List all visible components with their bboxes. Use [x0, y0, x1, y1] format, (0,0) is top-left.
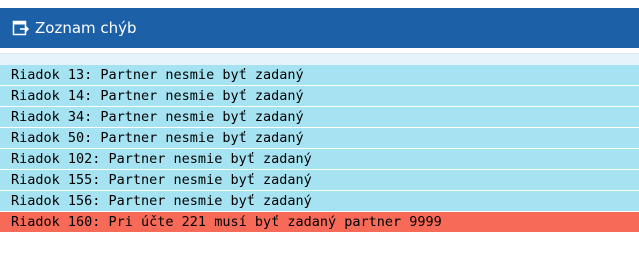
message-row[interactable]: Riadok 102: Partner nesmie byť zadaný [0, 149, 639, 170]
window-title: Zoznam chýb [35, 19, 137, 37]
message-row[interactable]: Riadok 156: Partner nesmie byť zadaný [0, 191, 639, 212]
message-row[interactable]: Riadok 50: Partner nesmie byť zadaný [0, 128, 639, 149]
window-top-strip [0, 0, 639, 8]
message-row[interactable]: Riadok 155: Partner nesmie byť zadaný [0, 170, 639, 191]
error-list-window: Zoznam chýb Riadok 13: Partner nesmie by… [0, 0, 639, 264]
message-row[interactable]: Riadok 34: Partner nesmie byť zadaný [0, 107, 639, 128]
message-row-error[interactable]: Riadok 160: Pri účte 221 musí byť zadaný… [0, 212, 639, 233]
list-top-spacer [0, 54, 639, 65]
exit-window-icon[interactable] [12, 19, 30, 37]
message-list: Riadok 13: Partner nesmie byť zadaný Ria… [0, 65, 639, 233]
message-row[interactable]: Riadok 13: Partner nesmie byť zadaný [0, 65, 639, 86]
window-header: Zoznam chýb [0, 8, 639, 48]
message-row[interactable]: Riadok 14: Partner nesmie byť zadaný [0, 86, 639, 107]
